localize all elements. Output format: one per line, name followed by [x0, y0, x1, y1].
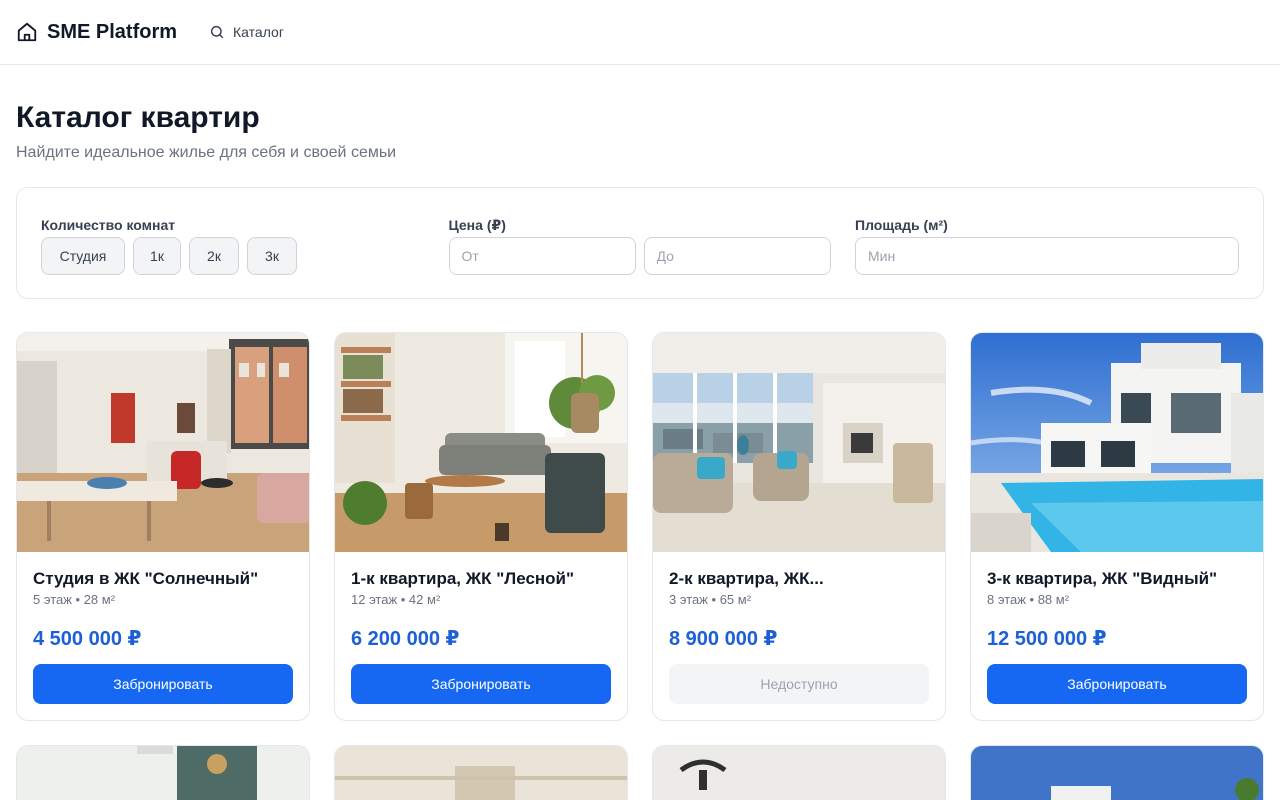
brand[interactable]: SME Platform — [16, 21, 177, 44]
listing-card[interactable]: 1-к квартира, ЖК "Лесной" 12 этаж • 42 м… — [334, 332, 628, 721]
nav-catalog-label: Каталог — [233, 24, 284, 40]
brand-title: SME Platform — [47, 20, 178, 43]
listing-card-partial[interactable] — [970, 745, 1264, 800]
listing-price: 6 200 000 ₽ — [351, 628, 460, 650]
listing-card-partial[interactable] — [652, 745, 946, 800]
search-icon — [209, 24, 225, 40]
listing-title: 3-к квартира, ЖК "Видный" — [987, 569, 1218, 588]
rooms-filter: Количество комнат Студия 1к 2к 3к — [41, 216, 449, 298]
listing-photo-partial — [653, 746, 945, 800]
room-1k-button[interactable]: 1к — [133, 237, 181, 275]
book-button[interactable]: Забронировать — [351, 664, 611, 704]
book-button[interactable]: Забронировать — [33, 664, 293, 704]
book-button[interactable]: Забронировать — [987, 664, 1247, 704]
room-3k-button[interactable]: 3к — [247, 237, 297, 275]
listing-photo-partial — [971, 746, 1263, 800]
area-filter-label: Площадь (м²) — [855, 217, 948, 233]
page-title: Каталог квартир — [16, 101, 260, 134]
listing-meta: 3 этаж • 65 м² — [669, 592, 752, 607]
listing-card-partial[interactable] — [16, 745, 310, 800]
top-header: SME Platform Каталог — [0, 0, 1280, 65]
listing-meta: 8 этаж • 88 м² — [987, 592, 1070, 607]
area-min-input[interactable] — [855, 237, 1239, 275]
home-icon — [16, 21, 38, 43]
price-from-input[interactable] — [448, 237, 636, 275]
price-filter: Цена (₽) — [448, 216, 856, 298]
unavailable-button: Недоступно — [669, 664, 929, 704]
listing-photo-bright-living-room — [653, 333, 945, 552]
listing-title: 2-к квартира, ЖК... — [669, 569, 824, 588]
price-to-input[interactable] — [643, 237, 831, 275]
listing-title: 1-к квартира, ЖК "Лесной" — [351, 569, 575, 588]
listing-photo-partial — [17, 746, 309, 800]
listing-price: 8 900 000 ₽ — [669, 628, 778, 650]
listing-photo-living-room — [335, 333, 627, 552]
page-subtitle: Найдите идеальное жилье для себя и своей… — [16, 144, 397, 161]
listing-photo-studio — [17, 333, 309, 552]
listing-photo-partial — [335, 746, 627, 800]
price-filter-label: Цена (₽) — [448, 217, 506, 233]
price-inputs — [448, 237, 856, 275]
room-studio-button[interactable]: Студия — [41, 237, 125, 275]
filters-panel: Количество комнат Студия 1к 2к 3к Цена (… — [16, 187, 1264, 299]
rooms-filter-label: Количество комнат — [41, 217, 176, 233]
room-2k-button[interactable]: 2к — [189, 237, 239, 275]
listing-title: Студия в ЖК "Солнечный" — [33, 569, 259, 588]
listing-card[interactable]: Студия в ЖК "Солнечный" 5 этаж • 28 м² 4… — [16, 332, 310, 721]
main-content: Каталог квартир Найдите идеальное жилье … — [0, 100, 1280, 800]
listing-price: 12 500 000 ₽ — [987, 628, 1107, 650]
listing-card[interactable]: 2-к квартира, ЖК... 3 этаж • 65 м² 8 900… — [652, 332, 946, 721]
listing-meta: 5 этаж • 28 м² — [33, 592, 116, 607]
rooms-button-group: Студия 1к 2к 3к — [41, 237, 449, 275]
area-filter: Площадь (м²) — [855, 216, 1239, 298]
listing-price: 4 500 000 ₽ — [33, 628, 142, 650]
nav-catalog-link[interactable]: Каталог — [209, 24, 284, 40]
listing-photo-villa-pool — [971, 333, 1263, 552]
listing-meta: 12 этаж • 42 м² — [351, 592, 441, 607]
listing-card[interactable]: 3-к квартира, ЖК "Видный" 8 этаж • 88 м²… — [970, 332, 1264, 721]
listings-grid: Студия в ЖК "Солнечный" 5 этаж • 28 м² 4… — [16, 332, 1264, 800]
listing-card-partial[interactable] — [334, 745, 628, 800]
